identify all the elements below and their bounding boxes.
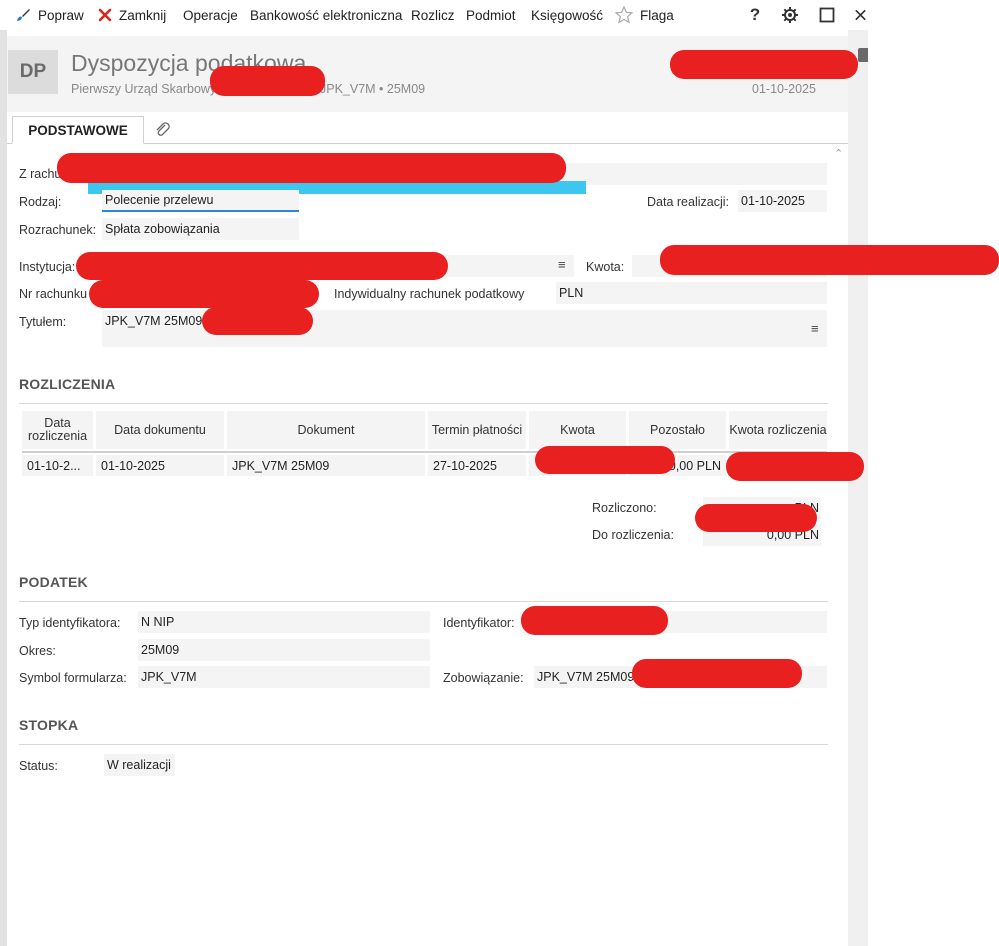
column-header-due-date[interactable]: Termin płatności (428, 411, 526, 449)
exec-date-field[interactable]: 01-10-2025 (738, 190, 827, 212)
redaction (521, 606, 668, 635)
header-subtitle: Pierwszy Urząd Skarbowy (71, 82, 217, 96)
gear-icon[interactable] (779, 4, 801, 26)
footer-section-title: STOPKA (19, 717, 79, 733)
settlements-section-title: ROZLICZENIA (19, 376, 116, 392)
redaction (726, 452, 864, 481)
fix-label: Popraw (38, 7, 84, 23)
period-field[interactable]: 25M09 (138, 639, 430, 661)
account-number-label: Nr rachunku (19, 287, 88, 301)
column-header-amount[interactable]: Kwota (529, 411, 626, 449)
status-label: Status: (19, 759, 58, 773)
redaction (660, 245, 999, 275)
brush-icon (17, 9, 30, 21)
toolbar: Popraw Zamknij Operacje Bankowość elektr… (0, 0, 999, 30)
individual-account-label: Indywidualny rachunek podatkowy (334, 287, 525, 301)
id-type-label: Typ identyfikatora: (19, 616, 121, 630)
accounting-label: Księgowość (531, 7, 604, 23)
cell-doc-date[interactable]: 01-10-2025 (96, 455, 224, 476)
list-menu-icon[interactable]: ≡ (558, 257, 566, 272)
redaction (210, 66, 325, 96)
accounting-menu[interactable]: Księgowość (531, 0, 603, 30)
redaction (89, 280, 319, 308)
column-header-settle-date[interactable]: Data rozliczenia (22, 411, 93, 449)
redaction (57, 153, 566, 183)
form-symbol-field[interactable]: JPK_V7M (138, 666, 430, 688)
column-header-doc-date[interactable]: Data dokumentu (96, 411, 224, 449)
column-header-remaining[interactable]: Pozostało (629, 411, 726, 449)
settlement-account-field[interactable]: Spłata zobowiązania (102, 218, 299, 240)
redaction (535, 446, 675, 474)
identifier-label: Identyfikator: (443, 616, 515, 630)
entity-label: Podmiot (466, 7, 516, 23)
help-icon[interactable]: ? (744, 4, 766, 26)
redaction (202, 307, 313, 335)
amount-label: Kwota: (586, 260, 625, 274)
close-label: Zamknij (119, 7, 167, 23)
operations-label: Operacje (183, 7, 238, 23)
header-date: 01-10-2025 (752, 82, 816, 96)
section-divider (19, 601, 828, 602)
tax-section-title: PODATEK (19, 574, 88, 590)
tab-basic[interactable]: PODSTAWOWE (12, 116, 144, 144)
status-field: W realizacji (104, 754, 175, 776)
exec-date-label: Data realizacji: (647, 195, 729, 209)
fix-button[interactable]: Popraw (14, 0, 84, 30)
type-select[interactable]: Polecenie przelewu (102, 190, 299, 212)
section-divider (19, 403, 828, 404)
blank-area (868, 0, 999, 946)
column-header-document[interactable]: Dokument (227, 411, 425, 449)
settled-label: Rozliczono: (592, 501, 657, 515)
form-symbol-label: Symbol formularza: (19, 671, 127, 685)
id-type-field[interactable]: N NIP (138, 611, 430, 633)
tab-attachments[interactable] (150, 118, 174, 142)
scroll-up-icon[interactable]: ⌃ (834, 147, 843, 160)
section-divider (19, 744, 828, 745)
cell-settle-date[interactable]: 01-10-2... (22, 455, 93, 476)
entity-menu[interactable]: Podmiot (466, 0, 516, 30)
institution-label: Instytucja: (19, 260, 76, 274)
redaction (695, 504, 817, 532)
close-icon (98, 8, 112, 22)
operations-menu[interactable]: Operacje (183, 0, 238, 30)
header-document-ref: JPK_V7M • 25M09 (320, 82, 426, 96)
right-gutter (848, 30, 868, 946)
redaction (76, 252, 448, 280)
left-panel-edge (0, 30, 7, 946)
cell-due-date[interactable]: 27-10-2025 (428, 455, 526, 476)
period-label: Okres: (19, 644, 56, 658)
from-account-label: Z rachu (19, 167, 62, 181)
cell-document[interactable]: JPK_V7M 25M09 (227, 455, 425, 476)
table-header-divider (22, 451, 827, 453)
flag-button[interactable]: Flaga (614, 0, 674, 30)
ebanking-label: Bankowość elektroniczna (250, 7, 403, 23)
flag-label: Flaga (640, 7, 674, 23)
ebanking-menu[interactable]: Bankowość elektroniczna (250, 0, 402, 30)
document-type-badge: DP (8, 50, 58, 94)
paperclip-icon (156, 122, 170, 136)
to-settle-label: Do rozliczenia: (592, 528, 674, 542)
type-label: Rodzaj: (19, 195, 62, 209)
liability-label: Zobowiązanie: (443, 671, 524, 685)
list-menu-icon[interactable]: ≡ (811, 321, 819, 336)
transfer-title-label: Tytułem: (19, 315, 67, 329)
star-icon (614, 5, 634, 24)
redaction (670, 50, 858, 79)
column-header-settled-amount[interactable]: Kwota rozliczenia (729, 411, 827, 449)
close-button[interactable]: Zamknij (97, 0, 166, 30)
currency-field[interactable]: PLN (556, 282, 827, 304)
redaction (632, 659, 802, 688)
settle-button[interactable]: Rozlicz (411, 0, 455, 30)
maximize-icon[interactable] (816, 4, 838, 26)
settle-label: Rozlicz (411, 7, 455, 23)
settlement-account-label: Rozrachunek: (19, 223, 97, 237)
